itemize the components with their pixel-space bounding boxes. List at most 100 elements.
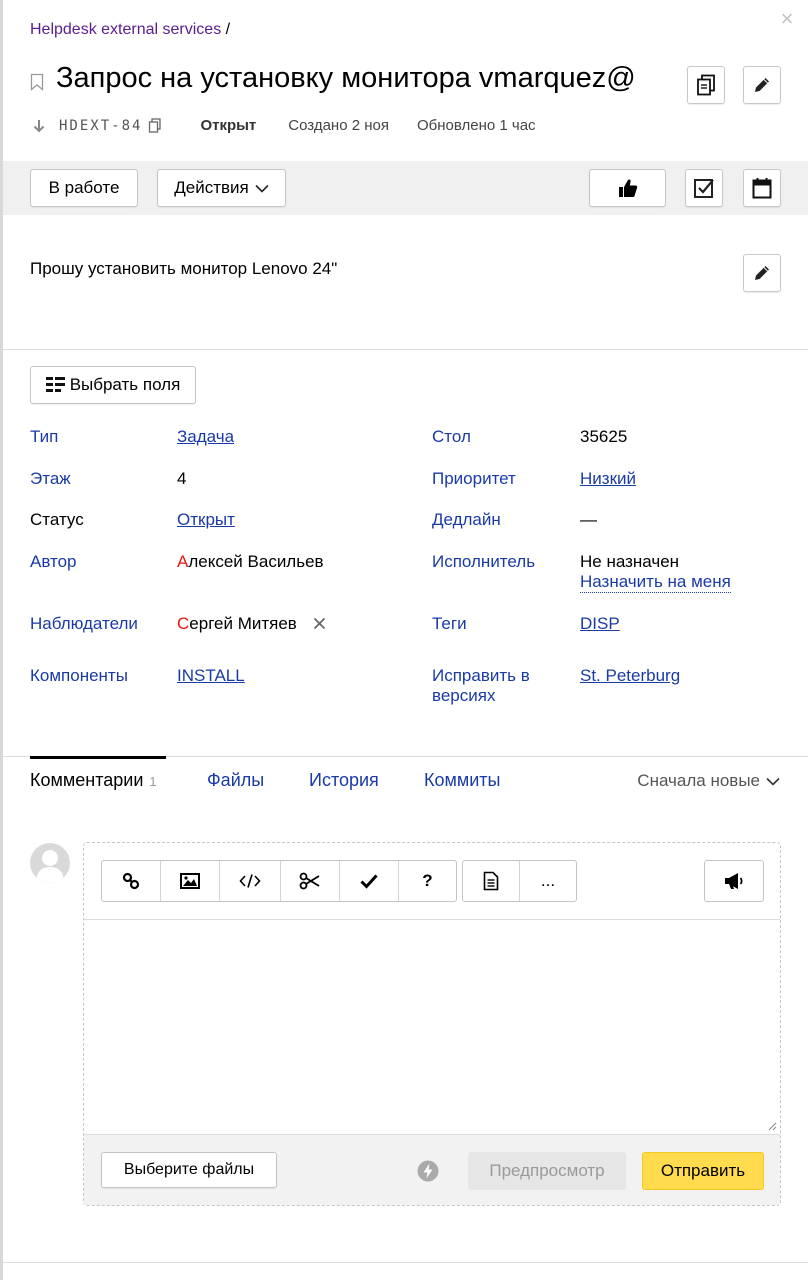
checklist-button[interactable] (685, 169, 723, 207)
check-icon (360, 874, 378, 889)
comment-textarea[interactable] (84, 920, 780, 1135)
comment-editor: ? ... Выберите файлы Предпросмотр Отправ… (83, 842, 781, 1206)
field-value-tags[interactable]: DISP (580, 614, 620, 634)
active-tab-indicator (30, 756, 166, 759)
title-row: Запрос на установку монитора vmarquez@ (30, 62, 636, 95)
link-icon (122, 872, 140, 890)
field-value-status[interactable]: Открыт (177, 510, 235, 530)
template-button[interactable] (463, 861, 520, 901)
format-toolbar-group: ? (101, 860, 457, 902)
send-label: Отправить (660, 1161, 746, 1180)
field-label-followers: Наблюдатели (30, 614, 138, 633)
select-fields-button[interactable]: Выбрать поля (30, 366, 196, 404)
issue-key[interactable]: HDEXT-84 (59, 118, 142, 134)
tab-comments[interactable]: Комментарии 1 (30, 770, 157, 791)
link-button[interactable] (102, 861, 161, 901)
edit-title-button[interactable] (743, 66, 781, 104)
in-progress-button[interactable]: В работе (30, 169, 138, 207)
chevron-down-icon (255, 184, 269, 193)
field-value-type[interactable]: Задача (177, 427, 234, 447)
editor-footer: Выберите файлы Предпросмотр Отправить (84, 1135, 780, 1205)
bookmark-icon[interactable] (30, 73, 44, 91)
select-fields-label: Выбрать поля (69, 375, 181, 394)
issue-meta: HDEXT-84 Открыт Создано 2 ноя Обновлено … (33, 117, 536, 134)
field-value-followers[interactable]: Сергей Митяев (177, 614, 297, 634)
choose-files-button[interactable]: Выберите файлы (101, 1152, 277, 1188)
arrow-down-icon (33, 119, 45, 132)
created-date: Создано 2 ноя (288, 117, 389, 134)
more-icon: ... (540, 871, 556, 890)
actions-dropdown[interactable]: Действия (157, 169, 286, 207)
field-label-author: Автор (30, 552, 77, 571)
field-value-assignee: Не назначен (580, 552, 680, 571)
field-value-floor[interactable]: 4 (177, 469, 186, 489)
field-label-tags: Теги (432, 614, 467, 633)
pencil-icon (755, 78, 769, 92)
author-initial: А (177, 552, 189, 571)
calendar-button[interactable] (743, 169, 781, 207)
issue-description: Прошу установить монитор Lenovo 24" (30, 259, 338, 278)
field-value-author[interactable]: Алексей Васильев (177, 552, 324, 572)
tab-files[interactable]: Файлы (207, 770, 264, 791)
field-label-assignee: Исполнитель (432, 552, 536, 571)
vote-button[interactable] (589, 169, 666, 207)
field-label-priority: Приоритет (432, 469, 516, 488)
follower-initial: С (177, 614, 190, 633)
code-icon (239, 874, 261, 888)
follower-name-rest: ергей Митяев (189, 614, 297, 633)
field-label-fix-versions-2: версиях (432, 686, 496, 705)
breadcrumb-queue-link[interactable]: Helpdesk external services (30, 21, 221, 38)
summon-button[interactable] (705, 861, 763, 901)
breadcrumb-separator: / (225, 21, 231, 38)
checkbox-icon (694, 179, 714, 198)
pencil-icon (755, 266, 769, 280)
sort-dropdown[interactable]: Сначала новые (637, 771, 780, 791)
cut-button[interactable] (281, 861, 340, 901)
copy-key-icon[interactable] (148, 118, 162, 133)
field-value-priority[interactable]: Низкий (580, 469, 636, 489)
copy-link-button[interactable] (687, 66, 725, 104)
assign-to-me-link[interactable]: Назначить на меня (580, 572, 731, 593)
field-value-fix-versions[interactable]: St. Peterburg (580, 666, 680, 686)
checkmark-button[interactable] (340, 861, 399, 901)
remove-follower-icon[interactable] (313, 617, 326, 630)
user-avatar-icon (36, 850, 64, 883)
tab-history[interactable]: История (309, 770, 379, 791)
divider (3, 1262, 808, 1263)
document-icon (483, 871, 499, 891)
image-icon (180, 873, 200, 889)
updated-date: Обновлено 1 час (416, 117, 536, 134)
divider (3, 349, 808, 350)
fields-list-icon (45, 377, 65, 392)
close-icon[interactable]: × (778, 8, 796, 30)
extra-toolbar-group: ... (462, 860, 577, 902)
lightning-icon[interactable] (417, 1160, 439, 1182)
scissors-icon (299, 872, 320, 890)
copy-icon (697, 74, 715, 96)
breadcrumb: Helpdesk external services / (30, 21, 230, 39)
image-button[interactable] (161, 861, 220, 901)
chevron-down-icon (766, 777, 780, 786)
tab-commits[interactable]: Коммиты (424, 770, 500, 791)
send-button[interactable]: Отправить (642, 1152, 764, 1190)
author-name-rest: лексей Васильев (188, 552, 324, 571)
calendar-icon (752, 178, 772, 199)
status-badge: Открыт (200, 117, 257, 134)
avatar (30, 843, 70, 883)
issue-title: Запрос на установку монитора vmarquez@ (56, 62, 636, 94)
field-value-deadline[interactable]: — (580, 510, 597, 530)
help-button[interactable]: ? (399, 861, 456, 901)
field-label-fix-versions-1: Исправить в (432, 666, 530, 685)
code-button[interactable] (220, 861, 281, 901)
field-value-components[interactable]: INSTALL (177, 666, 245, 686)
resize-handle-icon[interactable] (767, 1121, 777, 1131)
question-icon: ? (422, 871, 433, 890)
edit-description-button[interactable] (743, 254, 781, 292)
in-progress-label: В работе (48, 178, 120, 197)
field-value-desk[interactable]: 35625 (580, 427, 627, 447)
more-button[interactable]: ... (520, 861, 576, 901)
preview-button[interactable]: Предпросмотр (468, 1152, 626, 1190)
megaphone-icon (725, 873, 743, 889)
editor-toolbar: ? ... (84, 843, 780, 920)
field-label-type: Тип (30, 427, 59, 446)
